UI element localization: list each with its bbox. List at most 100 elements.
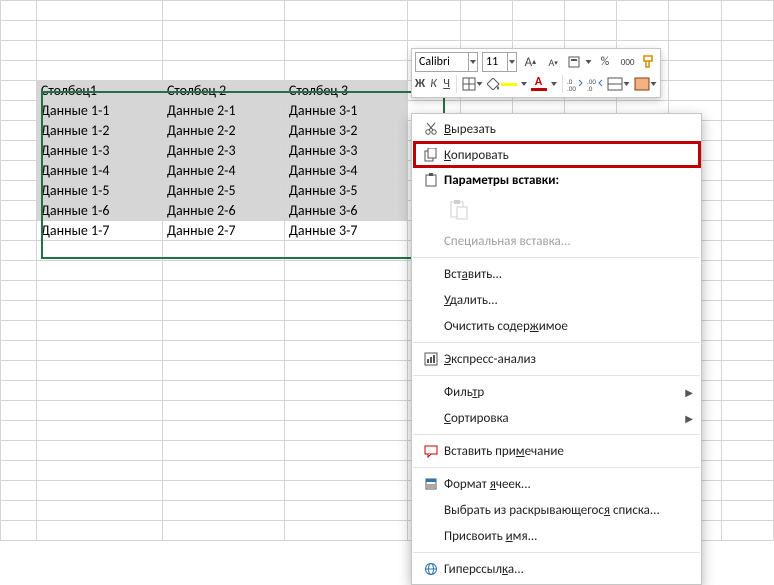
accounting-format-button[interactable] [567,54,592,70]
cell[interactable] [721,101,773,121]
cell[interactable] [512,1,564,21]
merge-button[interactable] [607,77,630,91]
cell[interactable] [162,301,284,321]
cell[interactable] [36,301,162,321]
data-cell[interactable]: Данные 2-4 [162,161,284,181]
cell[interactable] [284,321,408,341]
cell[interactable] [162,281,284,301]
cell[interactable] [162,461,284,481]
cell[interactable] [721,441,773,461]
cell[interactable] [36,341,162,361]
cell[interactable] [284,521,408,541]
data-cell[interactable]: Данные 1-6 [36,201,162,221]
cell[interactable] [36,461,162,481]
menu-format-cells[interactable]: Формат ячеек... [412,471,701,497]
cell[interactable] [721,81,773,101]
increase-decimal-icon[interactable]: .0.00 [567,74,583,94]
data-cell[interactable]: Данные 3-4 [284,161,408,181]
cell[interactable] [284,461,408,481]
data-cell[interactable]: Данные 2-1 [162,101,284,121]
cell[interactable] [162,21,284,41]
cell[interactable] [721,301,773,321]
cell[interactable] [162,421,284,441]
cell[interactable] [721,61,773,81]
cell[interactable] [36,481,162,501]
cell[interactable] [162,41,284,61]
cell[interactable] [36,441,162,461]
cell[interactable] [1,61,37,81]
decrease-decimal-icon[interactable]: .00.0 [587,74,603,94]
fill-color-dropdown[interactable] [521,74,527,94]
cell[interactable] [162,401,284,421]
menu-insert-comment[interactable]: Вставить примечание [412,438,701,464]
cell[interactable] [162,61,284,81]
cell[interactable] [1,41,37,61]
format-painter-icon[interactable] [641,54,657,70]
menu-copy[interactable]: Копировать [412,142,701,168]
menu-pick-from-list[interactable]: Выбрать из раскрывающегося списка... [412,497,701,523]
cell[interactable] [721,121,773,141]
cell[interactable] [1,261,37,281]
menu-insert[interactable]: Вставить... [412,261,701,287]
data-cell[interactable]: Данные 3-3 [284,141,408,161]
cell[interactable] [36,241,162,261]
cell[interactable] [721,481,773,501]
cell[interactable] [721,41,773,61]
cell[interactable] [721,1,773,21]
cell[interactable] [284,241,408,261]
cell[interactable] [1,461,37,481]
font-name-combo[interactable]: Calibri [415,52,478,72]
cell[interactable] [1,81,37,101]
cell[interactable] [721,261,773,281]
cell[interactable] [1,501,37,521]
cell[interactable] [1,101,37,121]
cell[interactable] [565,1,617,21]
underline-button[interactable]: Ч [442,74,451,94]
cell[interactable] [162,521,284,541]
data-cell[interactable]: Данные 1-2 [36,121,162,141]
cell[interactable] [1,361,37,381]
cell[interactable] [162,341,284,361]
cell[interactable] [1,481,37,501]
cell[interactable] [721,201,773,221]
cell[interactable] [284,1,408,21]
font-name-dropdown[interactable] [469,52,478,72]
cell[interactable] [284,21,408,41]
cell[interactable] [617,21,669,41]
cell[interactable] [512,21,564,41]
cell[interactable] [162,321,284,341]
cell[interactable] [162,481,284,501]
cell[interactable] [1,301,37,321]
menu-hyperlink[interactable]: Гиперссылка... [412,556,701,582]
cell[interactable] [460,1,512,21]
cell[interactable] [721,501,773,521]
cell[interactable] [408,1,460,21]
cell[interactable] [669,21,721,41]
cell[interactable] [1,321,37,341]
cell[interactable] [721,321,773,341]
data-cell[interactable]: Данные 3-1 [284,101,408,121]
cell[interactable] [284,421,408,441]
cell[interactable] [1,441,37,461]
cell[interactable] [284,301,408,321]
data-cell[interactable]: Данные 1-1 [36,101,162,121]
cell[interactable] [36,61,162,81]
data-cell[interactable]: Данные 3-5 [284,181,408,201]
menu-clear-contents[interactable]: Очистить содержимое [412,313,701,339]
cell[interactable] [284,401,408,421]
borders-button[interactable] [462,77,483,91]
data-cell[interactable]: Данные 1-7 [36,221,162,241]
cell[interactable] [721,281,773,301]
cell[interactable] [162,381,284,401]
data-cell[interactable]: Данные 2-3 [162,141,284,161]
cell[interactable] [1,181,37,201]
font-size[interactable]: 11 [482,52,508,72]
data-cell[interactable]: Данные 1-3 [36,141,162,161]
cell[interactable] [721,381,773,401]
bold-button[interactable]: Ж [415,74,425,94]
cell[interactable] [162,361,284,381]
cell[interactable] [721,521,773,541]
cell[interactable] [36,281,162,301]
data-cell[interactable]: Данные 2-5 [162,181,284,201]
cell[interactable] [284,281,408,301]
